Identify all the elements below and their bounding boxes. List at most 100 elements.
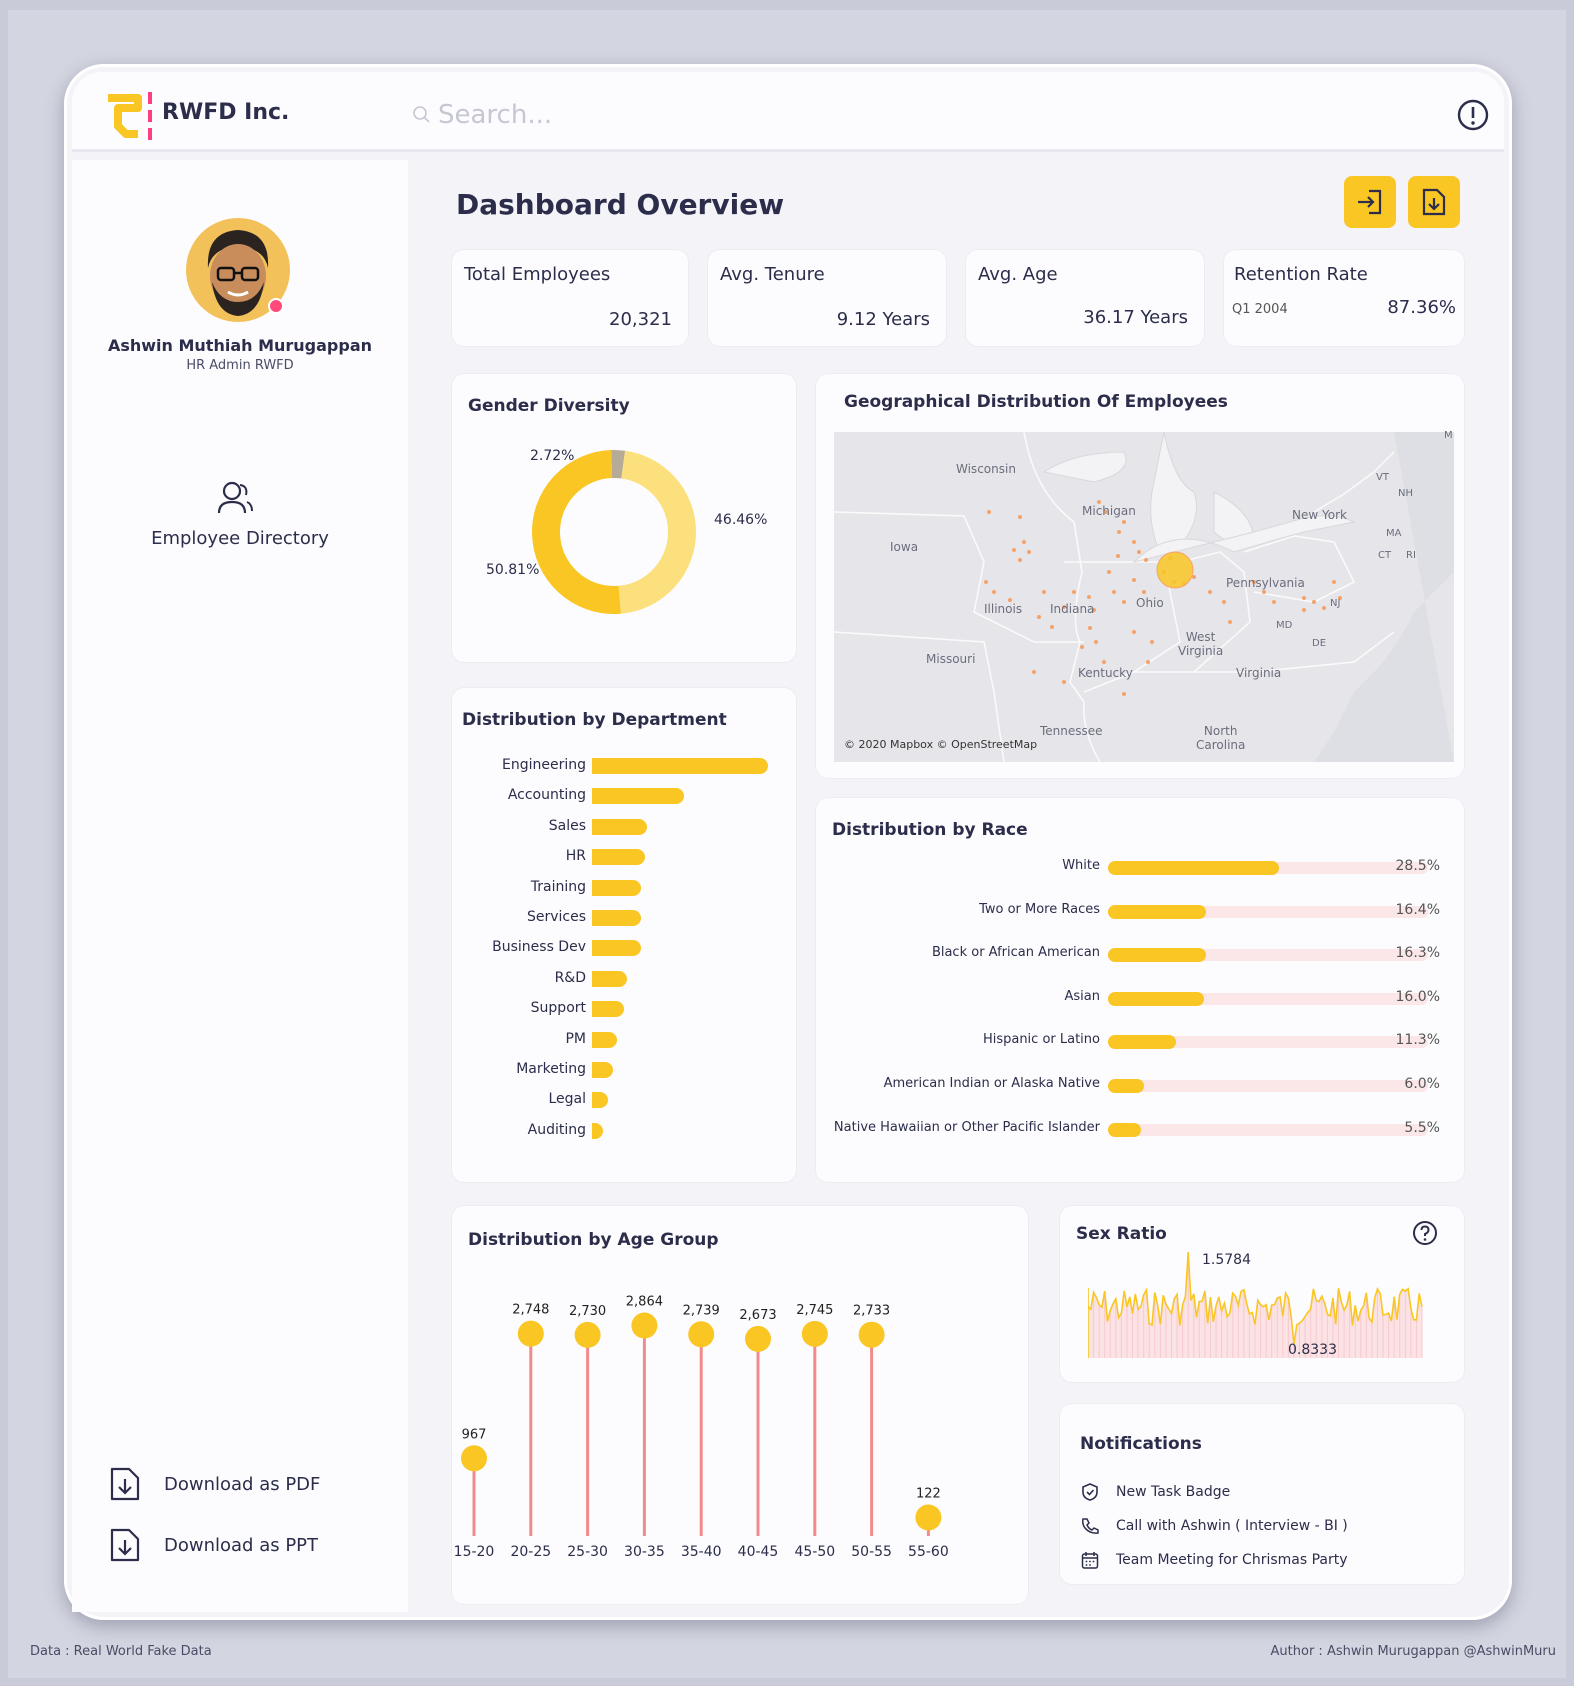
card-title: Sex Ratio <box>1076 1224 1167 1244</box>
kpi-period: Q1 2004 <box>1232 302 1288 317</box>
race-bar[interactable] <box>1108 904 1207 919</box>
login-icon <box>1358 189 1382 215</box>
search-icon <box>413 106 430 123</box>
department-label: Training <box>530 878 586 895</box>
notification-item[interactable]: Call with Ashwin ( Interview - BI ) <box>1080 1516 1348 1536</box>
download-ppt-button[interactable]: Download as PPT <box>108 1527 318 1563</box>
department-bar[interactable] <box>592 849 645 866</box>
race-bar[interactable] <box>1108 1122 1141 1137</box>
user-name: Ashwin Muthiah Murugappan <box>107 336 373 355</box>
race-bar[interactable] <box>1108 1035 1176 1050</box>
map-label-ct: CT <box>1378 550 1392 561</box>
map-label-nj: NJ <box>1330 598 1341 609</box>
footer-data-source: Data : Real World Fake Data <box>30 1644 212 1659</box>
map-label-wisconsin: Wisconsin <box>956 462 1016 476</box>
map-attribution[interactable]: © 2020 Mapbox © OpenStreetMap <box>844 738 1037 751</box>
help-icon[interactable] <box>1412 1220 1438 1246</box>
notification-text: Call with Ashwin ( Interview - BI ) <box>1116 1518 1348 1534</box>
lollipop-dot[interactable] <box>574 1321 601 1348</box>
lollipop-value-label: 2,673 <box>739 1308 776 1323</box>
race-value: 16.0% <box>1395 988 1440 1005</box>
lollipop-value-label: 2,748 <box>512 1303 549 1318</box>
race-label: American Indian or Alaska Native <box>883 1076 1100 1091</box>
department-bar[interactable] <box>592 758 768 774</box>
notification-item[interactable]: Team Meeting for Chrismas Party <box>1080 1550 1348 1570</box>
kpi-title: Retention Rate <box>1234 264 1368 285</box>
sidebar-item-employee-directory[interactable]: Employee Directory <box>72 528 408 549</box>
age-category-label: 55-60 <box>908 1544 949 1560</box>
kpi-value: 36.17 Years <box>1083 307 1188 328</box>
lollipop-value-label: 2,864 <box>626 1295 663 1310</box>
map-label-new-york: New York <box>1292 508 1347 522</box>
department-bar[interactable] <box>592 970 628 987</box>
map-label-pennsylvania: Pennsylvania <box>1226 576 1305 590</box>
race-bar[interactable] <box>1108 861 1279 875</box>
department-bar[interactable] <box>592 788 684 805</box>
lollipop-dot[interactable] <box>915 1504 942 1531</box>
file-download-icon <box>1422 188 1446 216</box>
lollipop-dot[interactable] <box>801 1320 828 1347</box>
map-label-west-virginia: West Virginia <box>1178 630 1224 658</box>
map-label-tennessee: Tennessee <box>1040 724 1103 738</box>
geo-distribution-card: Geographical Distribution Of Employees W… <box>816 374 1464 778</box>
kpi-value: 87.36% <box>1387 297 1456 318</box>
department-label: Legal <box>548 1091 586 1108</box>
age-category-label: 45-50 <box>794 1544 835 1560</box>
lollipop-value-label: 2,730 <box>569 1304 606 1319</box>
lollipop-dot[interactable] <box>858 1321 885 1348</box>
map-label-m: M <box>1444 430 1453 441</box>
race-value: 5.5% <box>1404 1119 1440 1136</box>
map-label-michigan: Michigan <box>1082 504 1136 518</box>
race-value: 6.0% <box>1404 1076 1440 1092</box>
online-status-dot <box>268 298 284 314</box>
map-label-iowa: Iowa <box>890 540 919 554</box>
race-label: Black or African American <box>931 945 1100 961</box>
kpi-title: Total Employees <box>464 264 611 285</box>
notification-item[interactable]: New Task Badge <box>1080 1482 1230 1502</box>
search-placeholder[interactable]: Search... <box>438 100 552 130</box>
department-bar[interactable] <box>592 940 642 957</box>
race-bar[interactable] <box>1108 991 1204 1006</box>
department-label: Business Dev <box>492 939 586 956</box>
race-value: 28.5% <box>1395 858 1440 874</box>
gender-label-other: 2.72% <box>530 448 575 464</box>
age-category-label: 30-35 <box>624 1544 665 1560</box>
department-bar[interactable] <box>592 879 642 896</box>
lollipop-dot[interactable] <box>631 1312 658 1339</box>
department-bar[interactable] <box>592 818 647 835</box>
login-button[interactable] <box>1344 176 1396 228</box>
kpi-title: Avg. Tenure <box>720 264 825 285</box>
department-label: Auditing <box>527 1121 586 1138</box>
lollipop-value-label: 2,739 <box>683 1303 720 1318</box>
card-title: Geographical Distribution Of Employees <box>844 392 1228 412</box>
race-bar[interactable] <box>1108 1079 1144 1093</box>
users-icon[interactable] <box>216 480 254 516</box>
age-category-label: 20-25 <box>510 1544 551 1560</box>
lollipop-dot[interactable] <box>745 1325 771 1352</box>
lollipop-dot[interactable] <box>461 1445 487 1472</box>
map-label-north-carolina: North Carolina <box>1196 724 1246 752</box>
department-bar[interactable] <box>592 1062 614 1078</box>
lollipop-dot[interactable] <box>517 1320 544 1347</box>
map-label-de: DE <box>1312 638 1327 649</box>
department-bar[interactable] <box>592 910 642 926</box>
department-bar[interactable] <box>592 1031 617 1048</box>
department-bar[interactable] <box>592 1001 624 1018</box>
sex-ratio-min-label: 0.8333 <box>1288 1342 1337 1358</box>
lollipop-dot[interactable] <box>688 1321 715 1348</box>
card-title: Notifications <box>1080 1434 1202 1454</box>
department-bar[interactable] <box>592 1122 603 1139</box>
department-bar[interactable] <box>592 1092 608 1109</box>
download-button[interactable] <box>1408 176 1460 228</box>
search-box[interactable]: Search... <box>412 100 552 130</box>
race-value: 11.3% <box>1395 1032 1440 1049</box>
notification-text: New Task Badge <box>1116 1484 1231 1500</box>
phone-icon <box>1082 1518 1099 1534</box>
age-category-label: 40-45 <box>738 1544 779 1560</box>
kpi-avg-age: Avg. Age 36.17 Years <box>966 250 1204 346</box>
alert-icon[interactable] <box>1456 98 1490 132</box>
kpi-value: 9.12 Years <box>836 309 930 330</box>
race-bar[interactable] <box>1108 948 1206 963</box>
download-pdf-button[interactable]: Download as PDF <box>108 1466 320 1502</box>
department-label: Engineering <box>502 757 586 773</box>
